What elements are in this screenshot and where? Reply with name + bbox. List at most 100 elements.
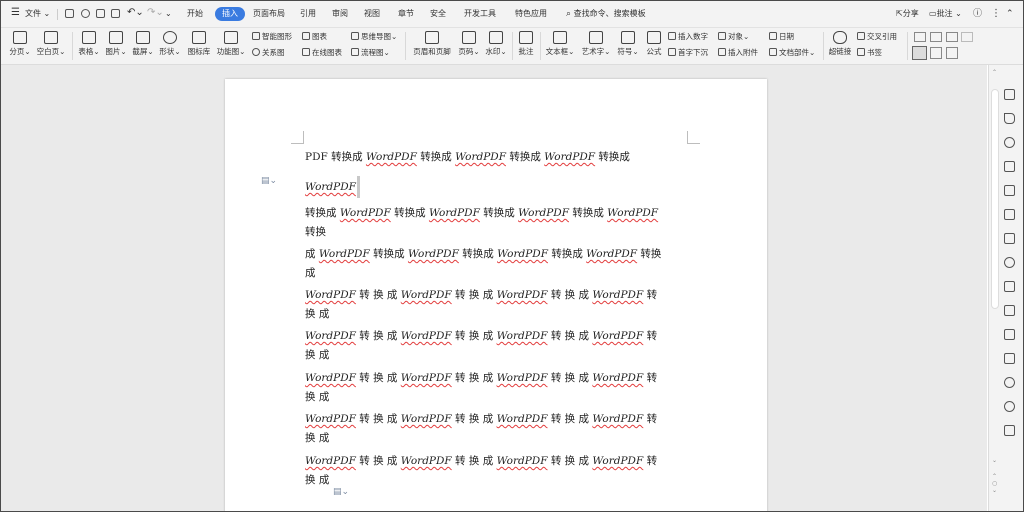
- vertical-scrollbar[interactable]: [991, 89, 999, 309]
- tab-2[interactable]: 页面布局: [253, 7, 285, 21]
- view-icon-1[interactable]: [912, 46, 927, 60]
- tab-8[interactable]: 开发工具: [464, 7, 496, 21]
- function-chart-button[interactable]: 功能图⌄: [216, 31, 246, 57]
- archive-icon[interactable]: [1004, 329, 1015, 340]
- text-line[interactable]: 换 成: [305, 389, 329, 404]
- tab-9[interactable]: 特色应用: [515, 7, 547, 21]
- layout-icon-2[interactable]: [930, 32, 942, 42]
- text-line[interactable]: 成 WordPDF 转换成 WordPDF 转换成 WordPDF 转换成 Wo…: [305, 246, 661, 261]
- tab-4[interactable]: 审阅: [332, 7, 348, 21]
- cross-reference-button[interactable]: 交叉引用: [857, 31, 897, 42]
- text-line[interactable]: WordPDF 转 换 成 WordPDF 转 换 成 WordPDF 转 换 …: [305, 411, 657, 426]
- shapes-icon[interactable]: [1004, 137, 1015, 148]
- share-button[interactable]: ⇱分享: [896, 7, 919, 21]
- document-page[interactable]: ▤⌄ ▤⌄ PDF 转换成 WordPDF 转换成 WordPDF 转换成 Wo…: [225, 79, 767, 511]
- smart-shape-button[interactable]: 智能图形: [252, 31, 292, 42]
- dropcap-button[interactable]: 首字下沉: [668, 47, 708, 58]
- file-menu[interactable]: 文件 ⌄: [25, 7, 50, 21]
- page-nav-icon[interactable]: ⌃ ○ ⌄: [992, 473, 997, 494]
- blank-page-button[interactable]: 空白页⌄: [35, 31, 67, 57]
- text-line[interactable]: WordPDF 转 换 成 WordPDF 转 换 成 WordPDF 转 换 …: [305, 370, 657, 385]
- text-line[interactable]: WordPDF: [305, 176, 360, 198]
- undo-icon[interactable]: ↶⌄: [127, 6, 144, 20]
- tab-6[interactable]: 章节: [398, 7, 414, 21]
- more-icon[interactable]: ⋮: [991, 7, 1001, 21]
- style-icon[interactable]: [1004, 161, 1015, 172]
- view-icon-3[interactable]: [946, 47, 958, 59]
- edit-pen-icon[interactable]: [1004, 89, 1015, 100]
- redo-icon[interactable]: ↷⌄: [147, 6, 164, 20]
- text-line[interactable]: 转换: [305, 224, 326, 239]
- apps-grid-icon[interactable]: [1004, 425, 1015, 436]
- paragraph-handle-icon[interactable]: ▤⌄: [261, 176, 277, 186]
- text-line[interactable]: 转换成 WordPDF 转换成 WordPDF 转换成 WordPDF 转换成 …: [305, 205, 658, 220]
- collapse-ribbon-icon[interactable]: ⌃: [1006, 7, 1014, 21]
- page-break-button[interactable]: 分页⌄: [9, 31, 31, 57]
- watermark-button[interactable]: 水印⌄: [484, 31, 508, 57]
- tab-1[interactable]: 插入: [215, 7, 245, 21]
- security-icon[interactable]: [1004, 377, 1015, 388]
- layout-icon-4[interactable]: [961, 32, 973, 42]
- object-button[interactable]: 对象⌄: [718, 31, 749, 42]
- picture-button[interactable]: 图片⌄: [104, 31, 128, 57]
- tab-0[interactable]: 开始: [187, 7, 203, 21]
- text-line[interactable]: 换 成: [305, 472, 329, 487]
- insert-number-button[interactable]: 插入数字: [668, 31, 708, 42]
- save-icon[interactable]: [65, 9, 74, 18]
- scroll-up-icon[interactable]: ⌃: [992, 69, 997, 76]
- translate-icon[interactable]: [1004, 305, 1015, 316]
- relation-chart-button[interactable]: 关系图: [252, 47, 285, 58]
- share-doc-icon[interactable]: [1004, 185, 1015, 196]
- chart-button[interactable]: 图表: [302, 31, 327, 42]
- bookmark-button[interactable]: 书签: [857, 47, 882, 58]
- formula-button[interactable]: 公式: [644, 31, 664, 57]
- tab-5[interactable]: 视图: [364, 7, 380, 21]
- annotate-button[interactable]: 批注: [516, 31, 536, 57]
- hyperlink-button[interactable]: 超链接: [827, 31, 853, 57]
- quick-access-dropdown-icon[interactable]: ⌄: [165, 7, 172, 21]
- layout-icon-3[interactable]: [946, 32, 958, 42]
- table-button[interactable]: 表格⌄: [77, 31, 101, 57]
- comment-menu-button[interactable]: ▭批注 ⌄: [929, 7, 962, 21]
- adjust-sliders-icon[interactable]: [1004, 233, 1015, 244]
- search-box[interactable]: ⌕ 查找命令、搜索模板: [566, 7, 646, 21]
- wordart-button[interactable]: 艺术字⌄: [581, 31, 611, 57]
- text-line[interactable]: WordPDF 转 换 成 WordPDF 转 换 成 WordPDF 转 换 …: [305, 287, 657, 302]
- doc-parts-button[interactable]: 文档部件⌄: [769, 47, 815, 58]
- hamburger-icon[interactable]: ☰: [11, 6, 20, 20]
- history-icon[interactable]: [1004, 257, 1015, 268]
- export-pdf-icon[interactable]: [81, 9, 90, 18]
- help-icon[interactable]: ⓘ: [973, 7, 982, 21]
- table-tool-icon[interactable]: [1004, 209, 1015, 220]
- text-line[interactable]: WordPDF 转 换 成 WordPDF 转 换 成 WordPDF 转 换 …: [305, 453, 657, 468]
- shape-button[interactable]: 形状⌄: [158, 31, 182, 57]
- attachment-button[interactable]: 插入附件: [718, 47, 758, 58]
- scroll-down-icon[interactable]: ⌄: [992, 457, 997, 464]
- mind-map-button[interactable]: 思维导图⌄: [351, 31, 397, 42]
- tab-3[interactable]: 引用: [300, 7, 316, 21]
- text-line[interactable]: 换 成: [305, 306, 329, 321]
- flowchart-button[interactable]: 流程图⌄: [351, 47, 390, 58]
- textbox-button[interactable]: 文本框⌄: [545, 31, 575, 57]
- date-button[interactable]: 日期: [769, 31, 794, 42]
- cursor-select-icon[interactable]: [1004, 113, 1015, 124]
- print-preview-icon[interactable]: [111, 9, 120, 18]
- text-line[interactable]: 换 成: [305, 347, 329, 362]
- online-chart-button[interactable]: 在线图表: [302, 47, 342, 58]
- text-line[interactable]: PDF 转换成 WordPDF 转换成 WordPDF 转换成 WordPDF …: [305, 149, 630, 164]
- icon-library-button[interactable]: 图标库: [186, 31, 212, 57]
- tab-7[interactable]: 安全: [430, 7, 446, 21]
- screenshot-button[interactable]: 截屏⌄: [131, 31, 155, 57]
- view-icon-2[interactable]: [930, 47, 942, 59]
- symbol-button[interactable]: 符号⌄: [617, 31, 639, 57]
- document-compare-icon[interactable]: [1004, 281, 1015, 292]
- text-line[interactable]: 成: [305, 265, 316, 280]
- help-circle-icon[interactable]: [1004, 401, 1015, 412]
- page-number-button[interactable]: 页码⌄: [458, 31, 480, 57]
- layout-icon-1[interactable]: [914, 32, 926, 42]
- paragraph-handle-icon-bottom[interactable]: ▤⌄: [333, 487, 349, 497]
- header-footer-button[interactable]: 页眉和页脚: [411, 31, 453, 57]
- image-icon[interactable]: [1004, 353, 1015, 364]
- text-line[interactable]: 换 成: [305, 430, 329, 445]
- print-icon[interactable]: [96, 9, 105, 18]
